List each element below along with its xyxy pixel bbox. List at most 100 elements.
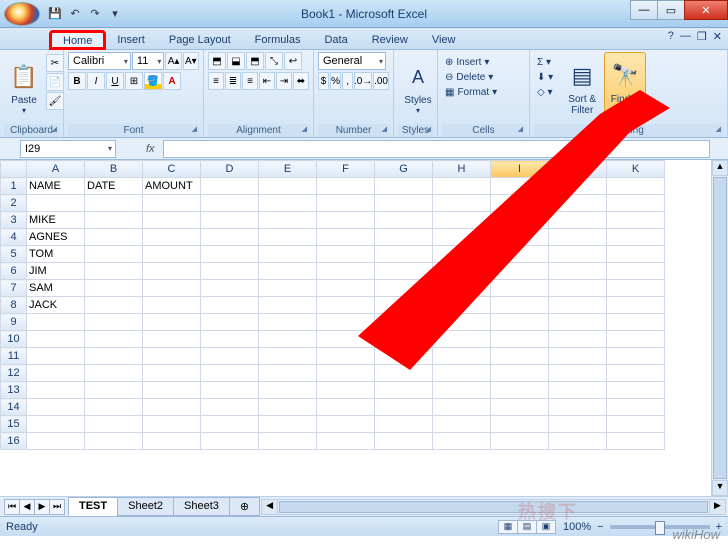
cell-F10[interactable] — [317, 331, 375, 348]
sheet-nav-prev[interactable]: ◀ — [19, 499, 35, 515]
cell-K6[interactable] — [607, 263, 665, 280]
cell-C9[interactable] — [143, 314, 201, 331]
cell-E9[interactable] — [259, 314, 317, 331]
cell-D8[interactable] — [201, 297, 259, 314]
vertical-scrollbar[interactable]: ▲▼ — [711, 160, 728, 496]
save-icon[interactable]: 💾 — [46, 5, 64, 23]
cell-D9[interactable] — [201, 314, 259, 331]
cell-K4[interactable] — [607, 229, 665, 246]
col-header-B[interactable]: B — [85, 161, 143, 178]
cell-I16[interactable] — [491, 433, 549, 450]
cell-J14[interactable] — [549, 399, 607, 416]
redo-icon[interactable]: ↷ — [86, 5, 104, 23]
fx-icon[interactable]: fx — [146, 143, 155, 155]
cell-B14[interactable] — [85, 399, 143, 416]
italic-button[interactable]: I — [87, 72, 105, 90]
cell-H13[interactable] — [433, 382, 491, 399]
cell-K2[interactable] — [607, 195, 665, 212]
cell-H3[interactable] — [433, 212, 491, 229]
orientation-button[interactable]: ⤡ — [265, 52, 283, 70]
cell-I6[interactable] — [491, 263, 549, 280]
cell-K12[interactable] — [607, 365, 665, 382]
cell-B11[interactable] — [85, 348, 143, 365]
cell-I4[interactable] — [491, 229, 549, 246]
cell-B12[interactable] — [85, 365, 143, 382]
cell-A13[interactable] — [27, 382, 85, 399]
cell-J6[interactable] — [549, 263, 607, 280]
cell-K13[interactable] — [607, 382, 665, 399]
styles-button[interactable]: A Styles ▾ — [398, 52, 438, 124]
tab-view[interactable]: View — [420, 31, 468, 49]
cell-D15[interactable] — [201, 416, 259, 433]
cell-G8[interactable] — [375, 297, 433, 314]
row-header-11[interactable]: 11 — [1, 348, 27, 365]
cell-D6[interactable] — [201, 263, 259, 280]
cell-A9[interactable] — [27, 314, 85, 331]
align-right-button[interactable]: ≡ — [242, 72, 258, 90]
zoom-out-button[interactable]: − — [597, 521, 603, 533]
cell-D13[interactable] — [201, 382, 259, 399]
underline-button[interactable]: U — [106, 72, 124, 90]
cell-A14[interactable] — [27, 399, 85, 416]
row-header-7[interactable]: 7 — [1, 280, 27, 297]
row-header-5[interactable]: 5 — [1, 246, 27, 263]
cell-B16[interactable] — [85, 433, 143, 450]
cell-K7[interactable] — [607, 280, 665, 297]
cell-E3[interactable] — [259, 212, 317, 229]
sheet-nav-next[interactable]: ▶ — [34, 499, 50, 515]
col-header-D[interactable]: D — [201, 161, 259, 178]
autosum-button[interactable]: Σ ▾ — [534, 56, 556, 69]
cell-G3[interactable] — [375, 212, 433, 229]
cell-C8[interactable] — [143, 297, 201, 314]
cell-K8[interactable] — [607, 297, 665, 314]
cell-J9[interactable] — [549, 314, 607, 331]
cell-E13[interactable] — [259, 382, 317, 399]
font-size-combo[interactable]: 11 — [132, 52, 165, 70]
cell-B2[interactable] — [85, 195, 143, 212]
cell-D11[interactable] — [201, 348, 259, 365]
cell-D2[interactable] — [201, 195, 259, 212]
cell-B6[interactable] — [85, 263, 143, 280]
cell-D14[interactable] — [201, 399, 259, 416]
cell-G16[interactable] — [375, 433, 433, 450]
cell-I11[interactable] — [491, 348, 549, 365]
cell-H16[interactable] — [433, 433, 491, 450]
cell-D3[interactable] — [201, 212, 259, 229]
cell-F15[interactable] — [317, 416, 375, 433]
cell-B1[interactable]: DATE — [85, 178, 143, 195]
cell-F3[interactable] — [317, 212, 375, 229]
cell-D12[interactable] — [201, 365, 259, 382]
cell-A8[interactable]: JACK — [27, 297, 85, 314]
cell-G11[interactable] — [375, 348, 433, 365]
sheet-tab-sheet2[interactable]: Sheet2 — [117, 497, 174, 516]
col-header-J[interactable]: J — [549, 161, 607, 178]
cell-F9[interactable] — [317, 314, 375, 331]
cell-C12[interactable] — [143, 365, 201, 382]
cell-J13[interactable] — [549, 382, 607, 399]
cell-J4[interactable] — [549, 229, 607, 246]
cell-H6[interactable] — [433, 263, 491, 280]
row-header-6[interactable]: 6 — [1, 263, 27, 280]
cell-J7[interactable] — [549, 280, 607, 297]
cell-A12[interactable] — [27, 365, 85, 382]
tab-home[interactable]: Home — [50, 31, 105, 49]
row-header-9[interactable]: 9 — [1, 314, 27, 331]
tab-data[interactable]: Data — [312, 31, 359, 49]
cell-K3[interactable] — [607, 212, 665, 229]
cell-F7[interactable] — [317, 280, 375, 297]
cell-D4[interactable] — [201, 229, 259, 246]
cell-F1[interactable] — [317, 178, 375, 195]
cell-F6[interactable] — [317, 263, 375, 280]
cell-F14[interactable] — [317, 399, 375, 416]
doc-close-button[interactable]: ✕ — [713, 30, 722, 43]
cell-E12[interactable] — [259, 365, 317, 382]
cell-H7[interactable] — [433, 280, 491, 297]
insert-sheet-button[interactable]: ⊕ — [229, 497, 260, 516]
cell-K5[interactable] — [607, 246, 665, 263]
cell-E7[interactable] — [259, 280, 317, 297]
copy-button[interactable]: 📄 — [46, 73, 64, 91]
minimize-button[interactable]: — — [630, 0, 658, 20]
grow-font-button[interactable]: A▴ — [165, 52, 181, 70]
col-header-K[interactable]: K — [607, 161, 665, 178]
align-bottom-button[interactable]: ⬒ — [246, 52, 264, 70]
